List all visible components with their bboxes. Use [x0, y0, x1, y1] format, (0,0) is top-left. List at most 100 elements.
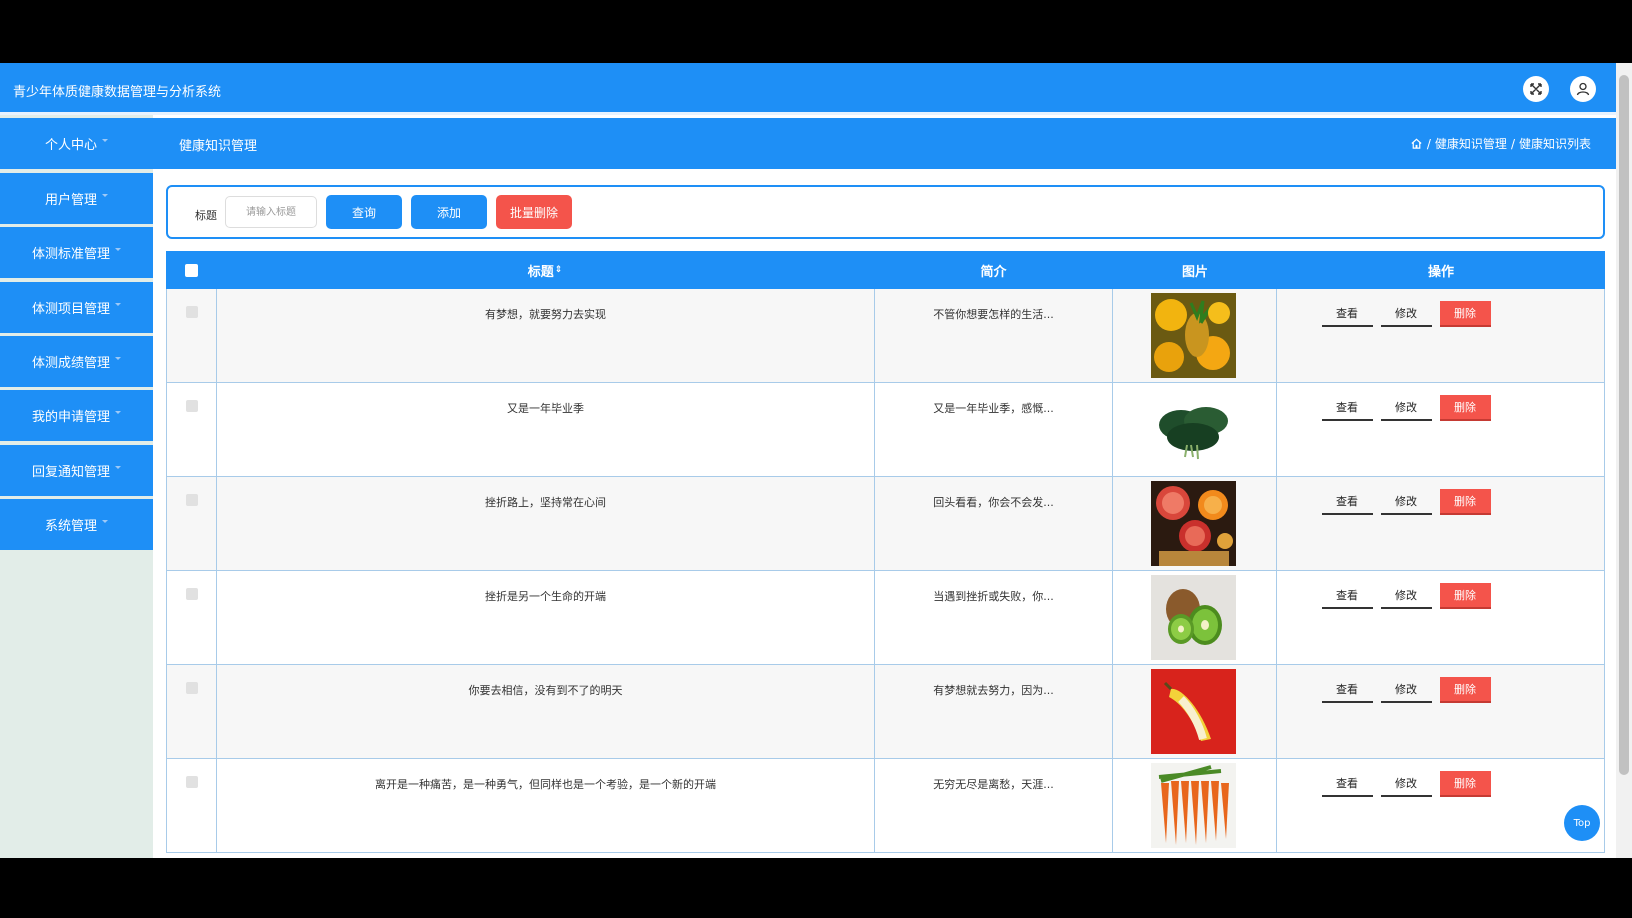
- sidebar-item-reply-notice[interactable]: 回复通知管理: [0, 445, 153, 496]
- select-all-checkbox[interactable]: [184, 263, 198, 277]
- row-checkbox[interactable]: [186, 776, 198, 788]
- edit-button[interactable]: 修改: [1380, 395, 1432, 421]
- intro-cell: 不管你想要怎样的生活...: [875, 289, 1113, 383]
- row-select-cell: [166, 383, 217, 477]
- fruit-banana-image[interactable]: [1151, 669, 1236, 754]
- batch-delete-button[interactable]: 批量删除: [496, 195, 572, 229]
- sidebar-item-my-application[interactable]: 我的申请管理: [0, 390, 153, 441]
- edit-button[interactable]: 修改: [1380, 301, 1432, 327]
- sidebar-item-test-project[interactable]: 体测项目管理: [0, 282, 153, 333]
- breadcrumb-separator: /: [1426, 136, 1431, 151]
- delete-button[interactable]: 删除: [1439, 301, 1491, 327]
- search-bar: 标题 查询 添加 批量删除: [166, 185, 1605, 239]
- row-title: 挫折是另一个生命的开端: [485, 590, 606, 603]
- breadcrumb-item-knowledge-list: 健康知识列表: [1518, 137, 1591, 151]
- edit-button[interactable]: 修改: [1380, 583, 1432, 609]
- title-cell: 离开是一种痛苦，是一种勇气，但同样也是一个考验，是一个新的开端: [217, 759, 875, 853]
- caret-down-icon: [102, 520, 108, 523]
- user-avatar-button[interactable]: [1570, 76, 1596, 102]
- query-button[interactable]: 查询: [326, 195, 402, 229]
- select-all-cell: [166, 251, 216, 289]
- fruit-pineapple-orange-image[interactable]: [1151, 293, 1236, 378]
- sidebar-item-system[interactable]: 系统管理: [0, 499, 153, 550]
- row-intro: 又是一年毕业季，感慨...: [933, 402, 1054, 415]
- title-cell: 挫折是另一个生命的开端: [217, 571, 875, 665]
- row-intro: 回头看看，你会不会发...: [933, 496, 1054, 509]
- delete-button[interactable]: 删除: [1439, 395, 1491, 421]
- caret-down-icon: [102, 194, 108, 197]
- title-cell: 挫折路上，坚持常在心间: [217, 477, 875, 571]
- edit-button[interactable]: 修改: [1380, 771, 1432, 797]
- table-body: 有梦想，就要努力去实现 不管你想要怎样的生活... 查看 修改 删除 又是一年毕…: [166, 289, 1605, 853]
- page-header: 健康知识管理 / 健康知识管理 / 健康知识列表: [153, 118, 1616, 169]
- view-button[interactable]: 查看: [1321, 489, 1373, 515]
- row-checkbox[interactable]: [186, 682, 198, 694]
- delete-button[interactable]: 删除: [1439, 489, 1491, 515]
- view-button[interactable]: 查看: [1321, 301, 1373, 327]
- knowledge-table: 标题 ⇕ 简介 图片 操作 有梦想，就要努力去实现 不管你想要怎样的生活... 查…: [166, 251, 1605, 853]
- row-select-cell: [166, 571, 217, 665]
- app-title: 青少年体质健康数据管理与分析系统: [13, 85, 222, 100]
- intro-cell: 有梦想就去努力，因为...: [875, 665, 1113, 759]
- delete-button[interactable]: 删除: [1439, 677, 1491, 703]
- sidebar-item-test-score[interactable]: 体测成绩管理: [0, 336, 153, 387]
- sidebar-item-label: 用户管理: [44, 193, 97, 208]
- edit-button[interactable]: 修改: [1380, 677, 1432, 703]
- caret-down-icon: [115, 357, 121, 360]
- image-cell: [1113, 759, 1277, 853]
- intro-cell: 回头看看，你会不会发...: [875, 477, 1113, 571]
- sidebar-item-label: 我的申请管理: [31, 410, 110, 425]
- vegetable-carrots-image[interactable]: [1151, 763, 1236, 848]
- sidebar-item-test-standard[interactable]: 体测标准管理: [0, 227, 153, 278]
- sidebar-item-label: 系统管理: [44, 519, 97, 534]
- edit-button[interactable]: 修改: [1380, 489, 1432, 515]
- home-icon[interactable]: [1410, 137, 1423, 150]
- add-button[interactable]: 添加: [411, 195, 487, 229]
- app-window: 青少年体质健康数据管理与分析系统 个人中心 用户管理 体测标准管理 体测项目管理…: [0, 63, 1632, 858]
- delete-button[interactable]: 删除: [1439, 771, 1491, 797]
- vegetable-spinach-image[interactable]: [1151, 387, 1236, 472]
- row-checkbox[interactable]: [186, 494, 198, 506]
- row-actions: 查看 修改 删除: [1277, 489, 1535, 515]
- sort-icon[interactable]: ⇕: [555, 265, 563, 275]
- table-header: 标题 ⇕ 简介 图片 操作: [166, 251, 1605, 289]
- actions-cell: 查看 修改 删除: [1277, 383, 1605, 477]
- table-row: 挫折是另一个生命的开端 当遇到挫折或失败，你... 查看 修改 删除: [166, 571, 1605, 665]
- fruit-kiwi-image[interactable]: [1151, 575, 1236, 660]
- delete-button[interactable]: 删除: [1439, 583, 1491, 609]
- row-intro: 当遇到挫折或失败，你...: [933, 590, 1054, 603]
- back-to-top-button[interactable]: Top: [1564, 805, 1600, 841]
- row-actions: 查看 修改 删除: [1277, 771, 1535, 797]
- view-button[interactable]: 查看: [1321, 771, 1373, 797]
- top-header: 青少年体质健康数据管理与分析系统: [0, 63, 1616, 115]
- column-header-title[interactable]: 标题 ⇕: [216, 251, 874, 289]
- caret-down-icon: [115, 248, 121, 251]
- row-checkbox[interactable]: [186, 400, 198, 412]
- view-button[interactable]: 查看: [1321, 677, 1373, 703]
- view-button[interactable]: 查看: [1321, 395, 1373, 421]
- fullscreen-button[interactable]: [1523, 76, 1549, 102]
- column-header-actions: 操作: [1427, 264, 1454, 280]
- row-intro: 有梦想就去努力，因为...: [933, 684, 1054, 697]
- fruit-grapefruit-mix-image[interactable]: [1151, 481, 1236, 566]
- title-cell: 有梦想，就要努力去实现: [217, 289, 875, 383]
- table-row: 有梦想，就要努力去实现 不管你想要怎样的生活... 查看 修改 删除: [166, 289, 1605, 383]
- row-intro: 无穷无尽是离愁，天涯...: [933, 778, 1054, 791]
- intro-cell: 无穷无尽是离愁，天涯...: [875, 759, 1113, 853]
- view-button[interactable]: 查看: [1321, 583, 1373, 609]
- breadcrumb-item-knowledge-management[interactable]: 健康知识管理: [1435, 135, 1507, 152]
- scrollbar-thumb[interactable]: [1619, 75, 1629, 775]
- row-title: 离开是一种痛苦，是一种勇气，但同样也是一个考验，是一个新的开端: [375, 778, 716, 791]
- sidebar-item-personal-center[interactable]: 个人中心: [0, 118, 153, 169]
- row-checkbox[interactable]: [186, 588, 198, 600]
- image-cell: [1113, 665, 1277, 759]
- row-select-cell: [166, 289, 217, 383]
- column-header-title-label: 标题: [527, 264, 554, 280]
- page-title: 健康知识管理: [179, 139, 258, 154]
- title-search-input[interactable]: [225, 196, 317, 228]
- sidebar-item-user-management[interactable]: 用户管理: [0, 173, 153, 224]
- row-checkbox[interactable]: [186, 306, 198, 318]
- page-scrollbar[interactable]: [1616, 63, 1632, 858]
- row-title: 有梦想，就要努力去实现: [485, 308, 606, 321]
- intro-cell: 又是一年毕业季，感慨...: [875, 383, 1113, 477]
